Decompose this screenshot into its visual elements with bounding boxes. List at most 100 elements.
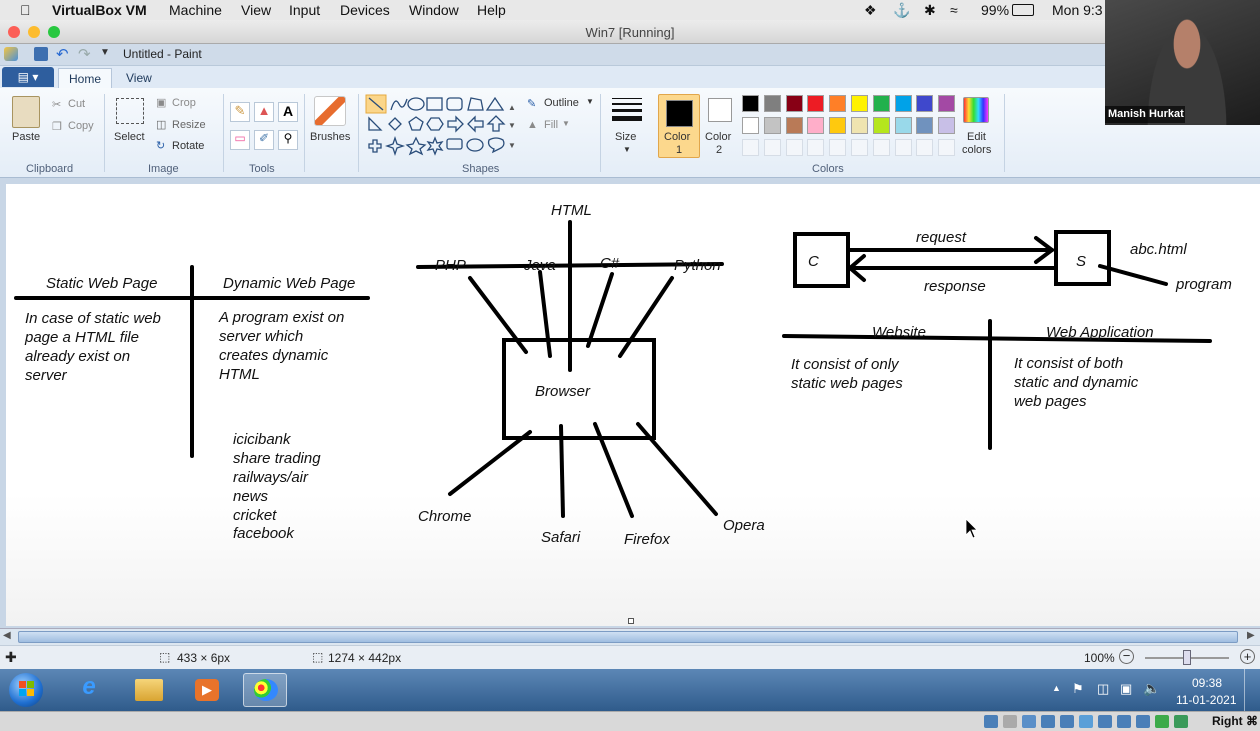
edit-colors-label-line2[interactable]: colors	[962, 144, 991, 156]
guest-additions-icon[interactable]	[1155, 715, 1169, 728]
network-icon[interactable]: ▣	[1120, 681, 1132, 697]
rotate-icon[interactable]: ↻	[156, 139, 165, 152]
resize-icon[interactable]: ◫	[156, 118, 166, 131]
palette-color-swatch[interactable]	[938, 116, 956, 134]
redo-icon[interactable]: ↷	[78, 45, 91, 63]
zoom-in-button[interactable]: +	[1240, 649, 1255, 664]
volume-icon[interactable]: 🔈	[1143, 680, 1160, 697]
menu-devices[interactable]: Devices	[340, 2, 390, 18]
menu-machine[interactable]: Machine	[169, 2, 222, 18]
display-icon[interactable]	[1098, 715, 1112, 728]
palette-color-swatch[interactable]	[894, 95, 912, 112]
empty-color-swatch[interactable]	[829, 138, 847, 156]
brushes-button[interactable]: Brushes	[310, 131, 350, 143]
paint-app-icon[interactable]	[4, 47, 18, 61]
internet-explorer-icon[interactable]: e	[67, 673, 111, 707]
paste-button[interactable]: Paste	[12, 131, 40, 143]
docker-icon[interactable]: ⚓	[893, 2, 910, 19]
rotate-button[interactable]: Rotate	[172, 140, 204, 152]
save-icon[interactable]	[34, 47, 48, 61]
outline-icon[interactable]: ✎	[527, 97, 536, 110]
start-button[interactable]	[9, 673, 43, 707]
copy-icon[interactable]: ❐	[52, 120, 62, 133]
menu-clock[interactable]: Mon 9:3	[1052, 2, 1103, 18]
dropbox-icon[interactable]: ❖	[864, 2, 877, 19]
palette-color-swatch[interactable]	[763, 116, 781, 134]
size-button[interactable]: Size	[615, 131, 636, 143]
fill-dropdown-icon[interactable]: ▼	[562, 119, 570, 128]
paint-taskbar-icon[interactable]	[243, 673, 287, 707]
edit-colors-label-line1[interactable]: Edit	[967, 131, 986, 143]
tab-home[interactable]: Home	[58, 68, 113, 88]
palette-color-swatch[interactable]	[763, 95, 781, 112]
fill-icon[interactable]: ▲	[527, 119, 538, 131]
color-picker-icon[interactable]: ✐	[254, 130, 274, 150]
edit-colors-icon[interactable]	[963, 97, 989, 123]
cut-icon[interactable]: ✂	[52, 98, 61, 111]
usb-icon[interactable]	[1060, 715, 1074, 728]
color1-button[interactable]: Color 1	[658, 94, 700, 158]
empty-color-swatch[interactable]	[894, 138, 912, 156]
palette-color-swatch[interactable]	[829, 116, 847, 134]
empty-color-swatch[interactable]	[938, 138, 956, 156]
paste-icon[interactable]	[12, 96, 40, 128]
empty-color-swatch[interactable]	[742, 138, 759, 156]
scroll-left-icon[interactable]: ◀	[3, 630, 11, 641]
app-menu[interactable]: VirtualBox VM	[52, 2, 147, 18]
palette-color-swatch[interactable]	[872, 116, 890, 134]
brushes-icon[interactable]	[314, 96, 346, 126]
crop-button[interactable]: Crop	[172, 97, 196, 109]
resize-button[interactable]: Resize	[172, 119, 206, 131]
color2-swatch[interactable]	[708, 98, 732, 122]
empty-color-swatch[interactable]	[785, 138, 803, 156]
menu-input[interactable]: Input	[289, 2, 320, 18]
pencil-icon[interactable]: ✎	[230, 102, 250, 122]
palette-color-swatch[interactable]	[785, 95, 803, 112]
device-icon[interactable]: ◫	[1097, 681, 1109, 697]
outline-button[interactable]: Outline	[544, 97, 579, 109]
scroll-right-icon[interactable]: ▶	[1247, 630, 1255, 641]
canvas-resize-handle[interactable]	[628, 618, 634, 624]
text-tool-icon[interactable]: A	[278, 102, 298, 122]
palette-color-swatch[interactable]	[851, 116, 868, 134]
battery-icon[interactable]	[1012, 4, 1034, 16]
optical-drive-icon[interactable]	[1003, 715, 1017, 728]
palette-color-swatch[interactable]	[829, 95, 847, 112]
bluetooth-icon[interactable]: ✱	[924, 2, 936, 19]
quick-access-dropdown-icon[interactable]: ▼	[100, 47, 110, 58]
copy-button[interactable]: Copy	[68, 120, 94, 132]
palette-color-swatch[interactable]	[872, 95, 890, 112]
empty-color-swatch[interactable]	[872, 138, 890, 156]
audio-icon[interactable]	[1022, 715, 1036, 728]
empty-color-swatch[interactable]	[851, 138, 868, 156]
palette-color-swatch[interactable]	[807, 95, 825, 112]
magnifier-icon[interactable]: ⚲	[278, 130, 298, 150]
scrollbar-thumb[interactable]	[18, 631, 1238, 643]
fill-button[interactable]: Fill	[544, 119, 558, 131]
empty-color-swatch[interactable]	[916, 138, 934, 156]
menu-window[interactable]: Window	[409, 2, 459, 18]
palette-color-swatch[interactable]	[938, 95, 956, 112]
drawing-canvas[interactable]: Static Web Page Dynamic Web Page In case…	[6, 184, 1260, 626]
palette-color-swatch[interactable]	[894, 116, 912, 134]
size-dropdown-icon[interactable]: ▼	[623, 145, 631, 154]
file-menu-button[interactable]: ▤ ▾	[2, 67, 54, 87]
network-adapter-icon[interactable]	[1041, 715, 1055, 728]
mouse-integration-icon[interactable]	[1174, 715, 1188, 728]
palette-color-swatch[interactable]	[785, 116, 803, 134]
select-icon[interactable]	[116, 98, 144, 124]
file-explorer-icon[interactable]	[127, 673, 171, 707]
video-capture-icon[interactable]	[1117, 715, 1131, 728]
tab-view[interactable]: View	[116, 68, 162, 88]
outline-dropdown-icon[interactable]: ▼	[586, 97, 594, 106]
palette-color-swatch[interactable]	[807, 116, 825, 134]
apple-icon[interactable]: 	[20, 2, 31, 18]
taskbar-date[interactable]: 11-01-2021	[1176, 693, 1237, 707]
size-icon[interactable]	[612, 98, 642, 121]
palette-color-swatch[interactable]	[742, 116, 759, 134]
media-player-icon[interactable]: ▶	[185, 673, 229, 707]
taskbar-time[interactable]: 09:38	[1192, 676, 1222, 690]
palette-color-swatch[interactable]	[851, 95, 868, 112]
hard-disk-icon[interactable]	[984, 715, 998, 728]
show-hidden-icons[interactable]: ▲	[1052, 683, 1061, 693]
